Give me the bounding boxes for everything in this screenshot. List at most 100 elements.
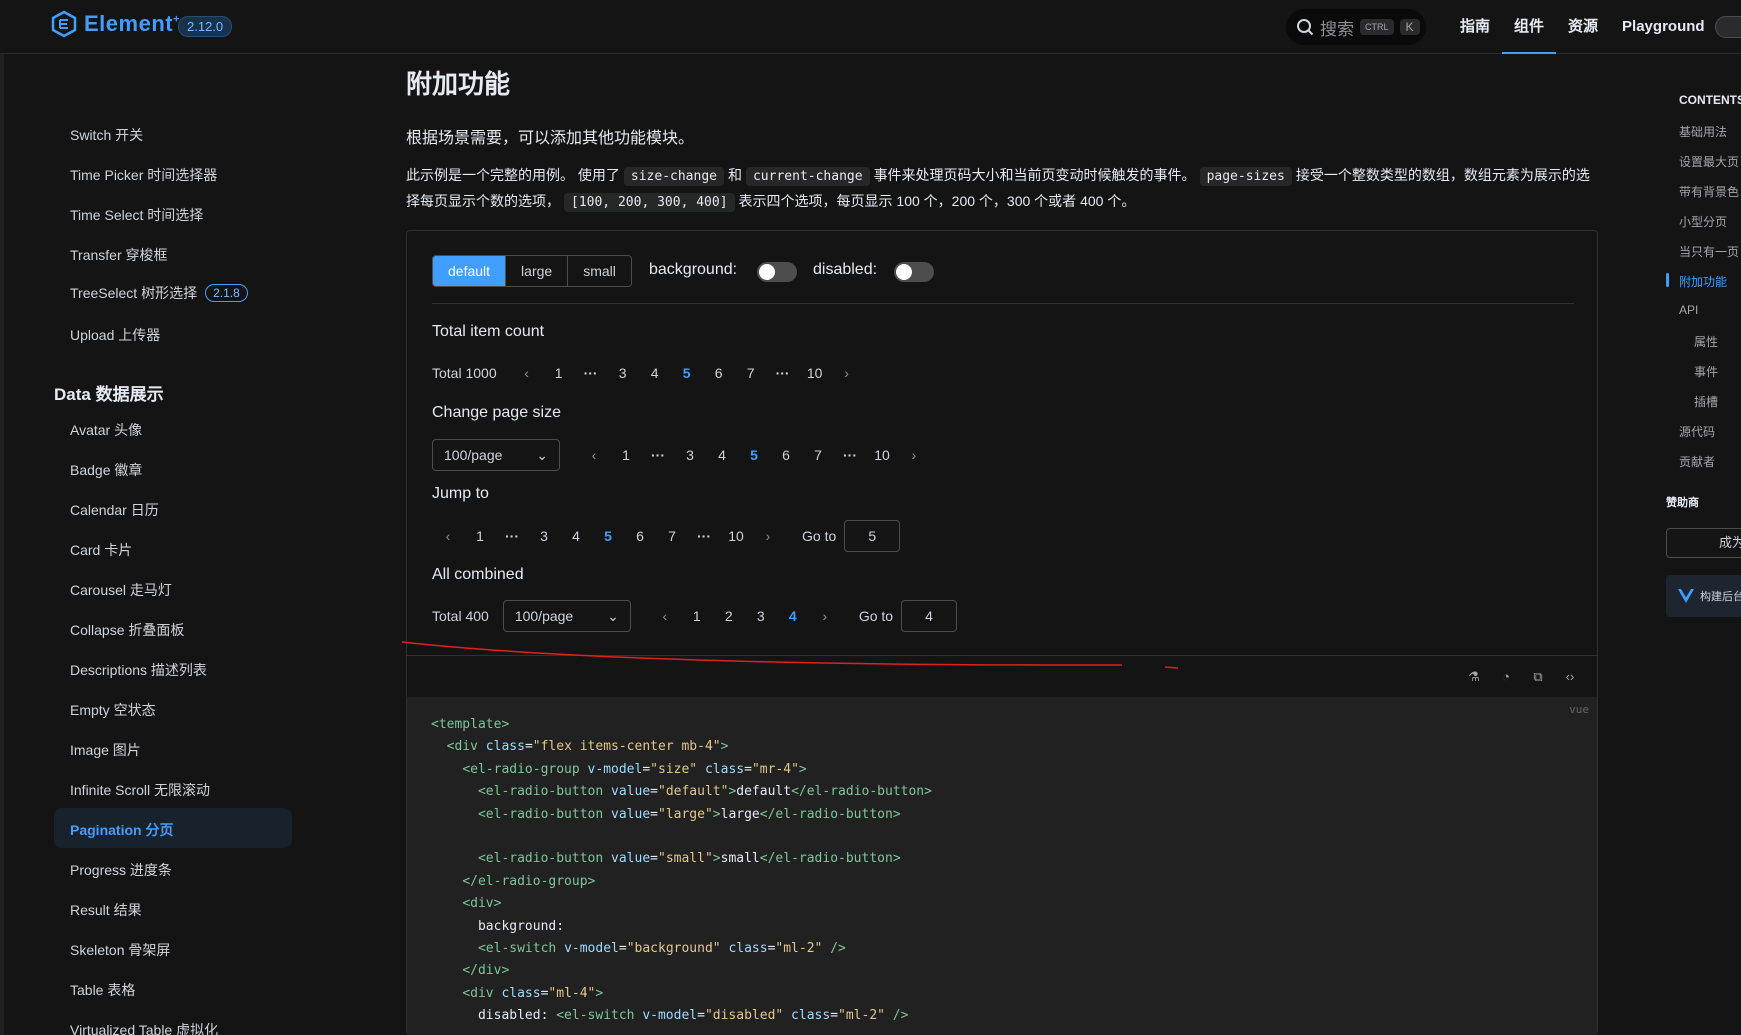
sidebar-item-label: Result 结果 [70,902,142,918]
version-badge[interactable]: 2.12.0 [178,16,233,37]
nav-link-resource[interactable]: 资源 [1556,0,1610,54]
sidebar-item-image[interactable]: Image 图片 [70,740,141,760]
sidebar-item-empty[interactable]: Empty 空状态 [70,700,156,720]
sidebar-item-transfer[interactable]: Transfer 穿梭框 [70,245,168,265]
goto-input[interactable]: 5 [844,520,901,552]
radio-button-default[interactable]: default [433,256,506,286]
next-page-button[interactable]: › [898,447,930,463]
toc-item-active[interactable]: 附加功能 [1679,273,1727,290]
toc-item[interactable]: 小型分页 [1679,213,1727,230]
page-size-select[interactable]: 100/page ⌄ [432,439,560,471]
sidebar-item-virtualized-table[interactable]: Virtualized Table 虚拟化 [70,1020,218,1035]
code-toggle-icon[interactable]: ‹› [1561,668,1579,686]
toc-item[interactable]: 当只有一页 [1679,243,1739,260]
sidebar-item-treeselect[interactable]: TreeSelect 树形选择 2.1.8 [70,283,248,303]
nav-link-playground[interactable]: Playground [1610,0,1717,54]
github-icon[interactable]: ◔ [1497,668,1515,686]
theme-toggle[interactable] [1715,16,1741,38]
page-more[interactable]: ··· [642,447,674,463]
become-sponsor-button[interactable]: 成为 [1666,528,1741,558]
page-number[interactable]: 10 [799,365,831,381]
nav-link-component[interactable]: 组件 [1502,0,1557,54]
page-number[interactable]: 4 [706,447,738,463]
sidebar-item-badge[interactable]: Badge 徽章 [70,460,142,480]
radio-button-large[interactable]: large [505,256,568,286]
page-size-select[interactable]: 100/page ⌄ [502,600,631,632]
goto-input[interactable]: 4 [901,600,958,632]
code-token: > [720,739,729,755]
page-number-active[interactable]: 5 [738,447,770,463]
page-number[interactable]: 3 [745,608,777,624]
page-number[interactable]: 6 [703,365,735,381]
page-number[interactable]: 3 [674,447,706,463]
toc-item[interactable]: 贡献者 [1679,453,1715,470]
next-page-button[interactable]: › [752,528,784,544]
next-page-button[interactable]: › [831,365,863,381]
sidebar-item-carousel[interactable]: Carousel 走马灯 [70,580,172,600]
code-token: "mr-4" [751,761,799,777]
toc-item[interactable]: 源代码 [1679,423,1715,440]
sidebar-item-pagination[interactable]: Pagination 分页 [70,820,173,840]
toc-item[interactable]: 基础用法 [1679,123,1727,140]
toc-item[interactable]: 带有背景色 [1679,183,1739,200]
logo[interactable]: Element+ [50,10,180,38]
page-number[interactable]: 2 [713,608,745,624]
background-switch[interactable] [757,262,797,282]
sidebar-item-table[interactable]: Table 表格 [70,980,135,1000]
page-more[interactable]: ··· [688,528,720,544]
sidebar-item-infinite-scroll[interactable]: Infinite Scroll 无限滚动 [70,780,210,800]
page-number-active[interactable]: 5 [592,528,624,544]
toc-item[interactable]: 属性 [1694,333,1718,350]
sidebar-item-switch[interactable]: Switch 开关 [70,125,143,145]
page-number[interactable]: 6 [624,528,656,544]
search-button[interactable]: 搜索 CTRL K [1286,9,1426,45]
inline-code: size-change [623,167,724,186]
page-more[interactable]: ··· [767,365,799,381]
page-number[interactable]: 1 [610,447,642,463]
sidebar-item-progress[interactable]: Progress 进度条 [70,860,172,880]
prev-page-button[interactable]: ‹ [578,447,610,463]
toc-item[interactable]: 设置最大页 [1679,153,1739,170]
page-number[interactable]: 4 [560,528,592,544]
page-number[interactable]: 10 [720,528,752,544]
next-page-button[interactable]: › [809,608,841,624]
page-more[interactable]: ··· [496,528,528,544]
page-number[interactable]: 1 [681,608,713,624]
disabled-switch[interactable] [894,262,934,282]
page-number[interactable]: 1 [464,528,496,544]
toc-item[interactable]: 插槽 [1694,393,1718,410]
page-number[interactable]: 6 [770,447,802,463]
sidebar-item-avatar[interactable]: Avatar 头像 [70,420,142,440]
page-number[interactable]: 3 [607,365,639,381]
page-number[interactable]: 7 [802,447,834,463]
nav-link-guide[interactable]: 指南 [1448,0,1502,54]
sidebar-item-descriptions[interactable]: Descriptions 描述列表 [70,660,207,680]
page-number[interactable]: 7 [735,365,767,381]
sidebar-item-time-select[interactable]: Time Select 时间选择 [70,205,203,225]
prev-page-button[interactable]: ‹ [511,365,543,381]
sidebar-item-result[interactable]: Result 结果 [70,900,142,920]
toc-item[interactable]: API [1679,303,1698,317]
prev-page-button[interactable]: ‹ [432,528,464,544]
radio-button-small[interactable]: small [567,256,631,286]
page-number-active[interactable]: 4 [777,608,809,624]
page-number[interactable]: 4 [639,365,671,381]
sidebar-item-collapse[interactable]: Collapse 折叠面板 [70,620,184,640]
page-number[interactable]: 10 [866,447,898,463]
page-number-active[interactable]: 5 [671,365,703,381]
sponsor-card[interactable]: 构建后台 [1666,575,1741,617]
sidebar-item-card[interactable]: Card 卡片 [70,540,132,560]
page-number[interactable]: 3 [528,528,560,544]
toc-item[interactable]: 事件 [1694,363,1718,380]
page-more[interactable]: ··· [834,447,866,463]
sidebar-item-upload[interactable]: Upload 上传器 [70,325,160,345]
page-number[interactable]: 1 [543,365,575,381]
sidebar-item-time-picker[interactable]: Time Picker 时间选择器 [70,165,217,185]
copy-icon[interactable]: ⧉ [1529,668,1547,686]
page-number[interactable]: 7 [656,528,688,544]
sidebar-item-calendar[interactable]: Calendar 日历 [70,500,159,520]
playground-icon[interactable]: ⚗ [1465,668,1483,686]
prev-page-button[interactable]: ‹ [649,608,681,624]
page-more[interactable]: ··· [575,365,607,381]
sidebar-item-skeleton[interactable]: Skeleton 骨架屏 [70,940,170,960]
